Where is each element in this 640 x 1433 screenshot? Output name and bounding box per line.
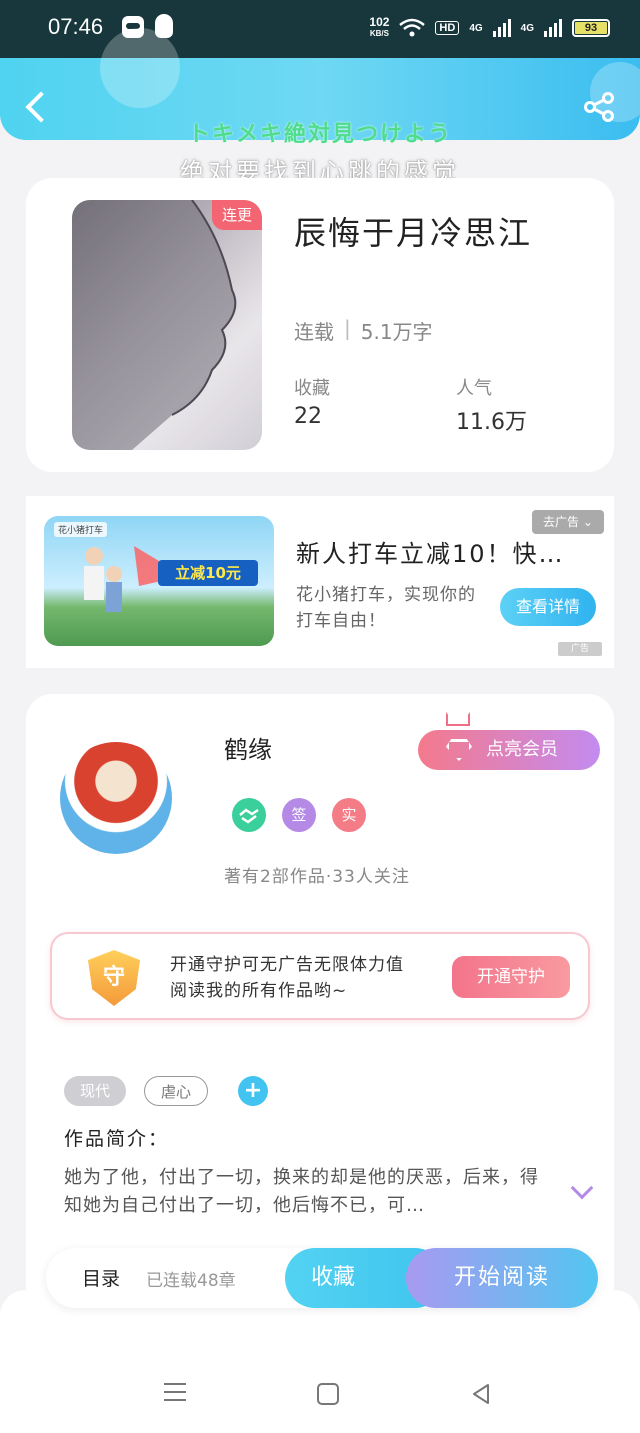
ad-mark: 广告	[558, 642, 602, 656]
book-info-card: 连更 辰悔于月冷思江 连载 | 5.1万字 收藏 22 人气 11.6万	[26, 178, 614, 472]
signal-2-icon	[544, 19, 562, 37]
intro-text: 她为了他，付出了一切，换来的却是他的厌恶，后来，得知她为自己付出了一切，他后悔不…	[64, 1167, 539, 1216]
intro-label: 作品简介：	[64, 1128, 170, 1150]
expand-chevron-icon[interactable]	[570, 1176, 594, 1200]
ad-description: 花小猪打车，实现你的打车自由！	[296, 585, 476, 631]
tag-modern[interactable]: 现代	[64, 1076, 127, 1106]
bottom-panel	[0, 1290, 640, 1433]
book-words: 5.1万字	[360, 320, 433, 344]
verified-badge: 实	[332, 798, 366, 832]
book-status: 连载	[294, 320, 334, 344]
decor-bubble	[100, 28, 180, 108]
guard-shield-icon: 守	[88, 950, 140, 1006]
ad-banner: 立减10元	[158, 560, 258, 586]
toc-button[interactable]: 目录	[82, 1264, 120, 1291]
status-indicators: 102 KB/S HD 4G 4G 93	[369, 14, 610, 42]
guard-text: 开通守护可无广告无限体力值阅读我的所有作品哟~	[170, 955, 404, 1001]
book-title: 辰悔于月冷思江	[294, 214, 533, 252]
book-meta: 连载 | 5.1万字	[294, 316, 433, 345]
status-bar: 07:46 102 KB/S HD 4G 4G 93	[0, 0, 640, 58]
vip-button[interactable]: 点亮会员	[418, 730, 600, 770]
toc-chapter-count: 已连载48章	[146, 1271, 236, 1291]
signal-2-label: 4G	[520, 22, 534, 34]
cover-illustration	[72, 200, 237, 450]
crown-icon	[446, 712, 470, 726]
author-avatar[interactable]	[60, 742, 172, 854]
add-tag-button[interactable]: +	[238, 1076, 268, 1106]
author-badges: 签 实	[232, 798, 366, 832]
nav-back-icon[interactable]	[470, 1383, 492, 1405]
hd-icon: HD	[435, 21, 460, 35]
author-card: 鹤缘 点亮会员 签 实 著有2部作品·33人关注 守 开通守护可无广告无限体力值…	[26, 694, 614, 1314]
tag-heartbreak[interactable]: 虐心	[144, 1076, 209, 1106]
start-reading-button[interactable]: 开始阅读	[406, 1248, 598, 1308]
book-cover[interactable]: 连更	[72, 200, 262, 450]
status-time: 07:46	[48, 14, 104, 39]
handshake-badge-icon	[232, 798, 266, 832]
action-bar: 目录 已连载48章 收藏 开始阅读	[46, 1248, 598, 1308]
author-stats: 著有2部作品·33人关注	[224, 867, 410, 887]
nav-home-icon[interactable]	[317, 1383, 339, 1405]
ad-image[interactable]: 花小猪打车 立减10元	[44, 516, 274, 646]
ad-details-button[interactable]: 查看详情	[500, 588, 596, 626]
wifi-icon	[399, 18, 426, 37]
popularity-label: 人气	[456, 378, 492, 399]
meta-divider: |	[344, 316, 351, 340]
slogan-japanese: トキメキ絶対見つけよう	[187, 122, 452, 147]
battery-icon: 93	[572, 19, 610, 37]
signed-badge: 签	[282, 798, 316, 832]
open-guard-button[interactable]: 开通守护	[452, 956, 570, 998]
network-speed: 102 KB/S	[369, 15, 390, 38]
ad-card[interactable]: 花小猪打车 立减10元 去广告 ⌄ 新人打车立减10！快… 花小猪打车，实现你的…	[26, 496, 614, 668]
remove-ad-button[interactable]: 去广告 ⌄	[532, 510, 604, 534]
signal-1-label: 4G	[469, 22, 483, 34]
cover-tag: 连更	[212, 200, 262, 230]
collect-label: 收藏	[294, 378, 330, 399]
collect-value: 22	[294, 404, 322, 429]
author-name: 鹤缘	[224, 736, 272, 764]
guard-promo: 守 开通守护可无广告无限体力值阅读我的所有作品哟~ 开通守护	[50, 932, 590, 1020]
battery-level: 93	[575, 22, 607, 34]
signal-1-icon	[492, 19, 511, 37]
nav-menu-icon[interactable]	[164, 1383, 186, 1401]
ad-title: 新人打车立减10！快…	[296, 540, 565, 568]
popularity-value: 11.6万	[456, 410, 527, 435]
diamond-icon	[446, 739, 472, 761]
